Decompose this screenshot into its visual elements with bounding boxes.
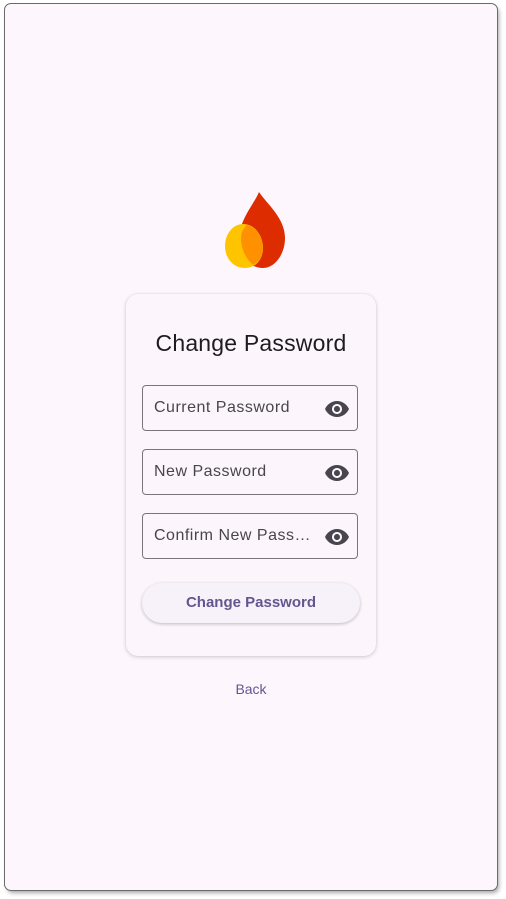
card-title: Change Password bbox=[155, 330, 347, 356]
new-password-field[interactable]: New Password bbox=[142, 449, 358, 495]
back-link[interactable]: Back bbox=[5, 681, 497, 697]
new-password-label: New Password bbox=[154, 463, 267, 480]
change-password-card: Change Password Current Password New Pas… bbox=[126, 294, 376, 656]
app-window: Change Password Current Password New Pas… bbox=[5, 4, 497, 890]
current-password-label: Current Password bbox=[154, 399, 291, 416]
eye-icon[interactable] bbox=[325, 526, 349, 548]
current-password-field[interactable]: Current Password bbox=[142, 385, 358, 431]
eye-icon[interactable] bbox=[325, 398, 349, 420]
flame-logo-icon bbox=[225, 192, 285, 268]
change-password-button[interactable]: Change Password bbox=[142, 583, 360, 623]
confirm-password-field[interactable]: Confirm New Password bbox=[142, 513, 358, 559]
eye-icon[interactable] bbox=[325, 462, 349, 484]
confirm-password-label: Confirm New Password bbox=[154, 527, 314, 544]
